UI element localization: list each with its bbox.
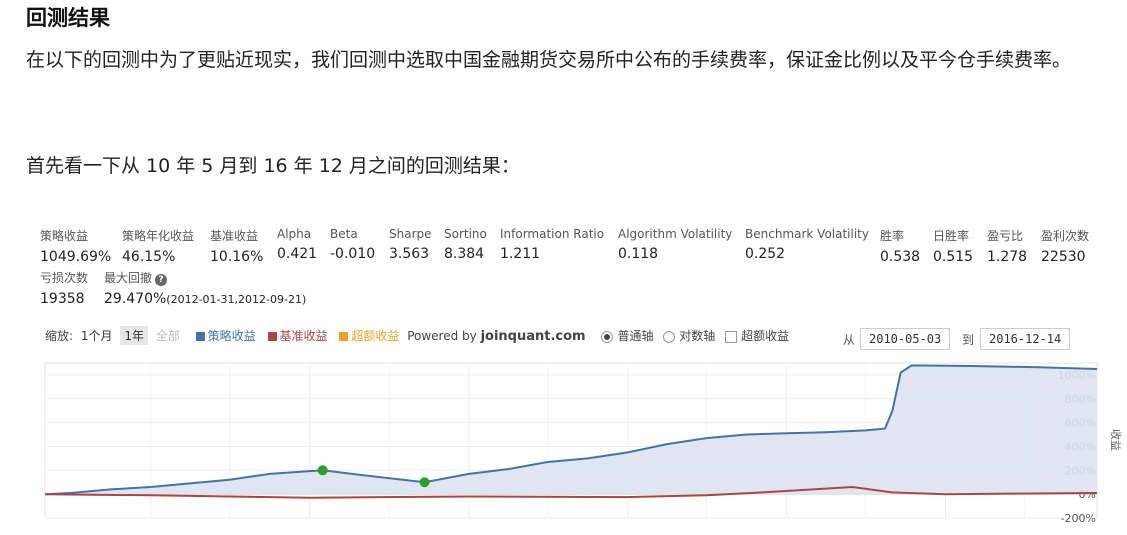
powered-brand: joinquant.com [480, 329, 586, 344]
stat2-1: 最大回撤? 29.470%(2012-01-31,2012-09-21) [104, 269, 306, 307]
stat-label: Benchmark Volatility [745, 227, 869, 241]
zoom-all-button[interactable]: 全部 [152, 326, 184, 345]
y-tick-label: -200% [1061, 512, 1096, 525]
zoom-1-month-button[interactable]: 1个月 [77, 326, 117, 345]
plot-area [44, 362, 1098, 519]
excess-toggle-label: 超额收益 [741, 329, 790, 343]
y-tick-label: 200% [1065, 464, 1096, 477]
legend-excess[interactable]: 超额收益 [339, 327, 399, 344]
stat-value: 1.211 [500, 246, 541, 262]
chart-toolbar: 缩放: 1个月 1年 全部 策略收益 基准收益 超额收益 Powered by … [45, 326, 789, 345]
from-date-input[interactable]: 2010-05-03 [860, 328, 951, 350]
stat-2: 基准收益 10.16% [210, 227, 263, 265]
stat-value: 0.515 [933, 249, 974, 265]
stat-label: Beta [330, 227, 358, 241]
zoom-1-year-button[interactable]: 1年 [120, 326, 148, 345]
stat-value: 0.538 [880, 249, 921, 265]
subheading-paragraph: 首先看一下从 10 年 5 月到 16 年 12 月之间的回测结果： [26, 155, 520, 177]
stat-label: Sortino [444, 227, 487, 241]
stat-label: 最大回撤? [104, 269, 306, 286]
stat-3: Alpha 0.421 [277, 227, 317, 262]
radio-log-icon [663, 330, 676, 343]
radio-normal-icon [601, 330, 614, 343]
legend-benchmark[interactable]: 基准收益 [267, 327, 328, 344]
axis-mode-normal[interactable]: 普通轴 [601, 329, 653, 343]
stat-label: Alpha [277, 227, 312, 241]
stat-value: 22530 [1041, 249, 1086, 265]
drawdown-marker-0 [317, 465, 328, 476]
powered-by: Powered by joinquant.com [407, 329, 586, 344]
y-axis-label: 收益 [1109, 429, 1123, 451]
returns-chart: 1000% 800% 600% 400% 200% 0% -200% 收益 [44, 362, 1123, 525]
stat-label: 策略收益 [40, 229, 89, 243]
stat-value: 1049.69% [40, 249, 112, 265]
legend-strategy[interactable]: 策略收益 [195, 327, 256, 344]
y-tick-label: 0% [1079, 488, 1096, 501]
stat-11: 日胜率 0.515 [933, 227, 973, 265]
legend-swatch-benchmark [267, 332, 277, 341]
section-title: 回测结果 [26, 6, 110, 30]
help-icon[interactable]: ? [155, 274, 168, 286]
intro-paragraph: 在以下的回测中为了更贴近现实，我们回测中选取中国金融期货交易所中公布的手续费率，… [26, 49, 1072, 71]
legend-strategy-label: 策略收益 [207, 329, 256, 343]
stat-value: 10.16% [210, 249, 264, 265]
stat-value: 0.252 [745, 246, 786, 262]
stat-label: 盈利次数 [1041, 229, 1090, 243]
stat-13: 盈利次数 22530 [1041, 227, 1089, 265]
zoom-label: 缩放: [45, 329, 74, 343]
excess-toggle[interactable]: 超额收益 [725, 329, 789, 343]
series-line-0 [44, 364, 1098, 496]
series-area-0 [45, 365, 1097, 495]
stat-9: Benchmark Volatility 0.252 [745, 227, 869, 262]
stat-8: Algorithm Volatility 0.118 [618, 227, 732, 262]
stat-label: Information Ratio [500, 227, 605, 241]
stat-7: Information Ratio 1.211 [500, 227, 604, 262]
axis-mode-normal-label: 普通轴 [617, 329, 654, 343]
stat-label: 基准收益 [210, 229, 259, 243]
stat-0: 策略收益 1049.69% [40, 227, 111, 265]
stat-label: 胜率 [880, 229, 905, 243]
axis-mode-log[interactable]: 对数轴 [663, 329, 715, 343]
stat-10: 胜率 0.538 [880, 227, 920, 265]
legend-benchmark-label: 基准收益 [279, 329, 328, 343]
y-tick-label: 1000% [1058, 369, 1096, 382]
stat-label: 亏损次数 [40, 271, 89, 285]
stat-1: 策略年化收益 46.15% [122, 227, 194, 265]
drawdown-period: (2012-01-31,2012-09-21) [166, 293, 307, 306]
stat-value: 29.470%(2012-01-31,2012-09-21) [104, 291, 307, 307]
stat-4: Beta -0.010 [330, 227, 375, 262]
stat-label: 策略年化收益 [122, 229, 195, 243]
stat-value: 1.278 [987, 249, 1028, 265]
legend-swatch-excess [339, 332, 349, 341]
stat-label: 盈亏比 [987, 229, 1024, 243]
stat-6: Sortino 8.384 [444, 227, 487, 262]
y-tick-label: 400% [1065, 440, 1096, 453]
stat-value: 46.15% [122, 249, 176, 265]
stat-5: Sharpe 3.563 [389, 227, 432, 262]
y-tick-label: 800% [1065, 393, 1096, 406]
stat-label: Algorithm Volatility [618, 227, 733, 241]
stat-label: Sharpe [389, 227, 432, 241]
from-label: 从 [843, 333, 856, 347]
stat-value: -0.010 [330, 246, 376, 262]
stat2-0: 亏损次数 19358 [40, 269, 88, 307]
legend-swatch-strategy [195, 332, 205, 341]
to-date-input[interactable]: 2016-12-14 [980, 328, 1071, 350]
powered-prefix: Powered by [407, 329, 477, 343]
y-tick-label: 600% [1065, 417, 1096, 430]
stat-value: 0.118 [618, 246, 659, 262]
stat-value: 19358 [40, 291, 85, 307]
legend-excess-label: 超额收益 [351, 329, 400, 343]
drawdown-marker-1 [419, 477, 430, 488]
checkbox-icon [725, 330, 738, 343]
stat-value: 8.384 [444, 246, 485, 262]
stat-label: 日胜率 [933, 229, 970, 243]
stat-value: 0.421 [277, 246, 318, 262]
series-line-1 [44, 485, 1098, 499]
stat-12: 盈亏比 1.278 [987, 227, 1027, 265]
to-label: 到 [962, 333, 975, 347]
axis-mode-log-label: 对数轴 [679, 329, 716, 343]
stat-value: 3.563 [389, 246, 430, 262]
